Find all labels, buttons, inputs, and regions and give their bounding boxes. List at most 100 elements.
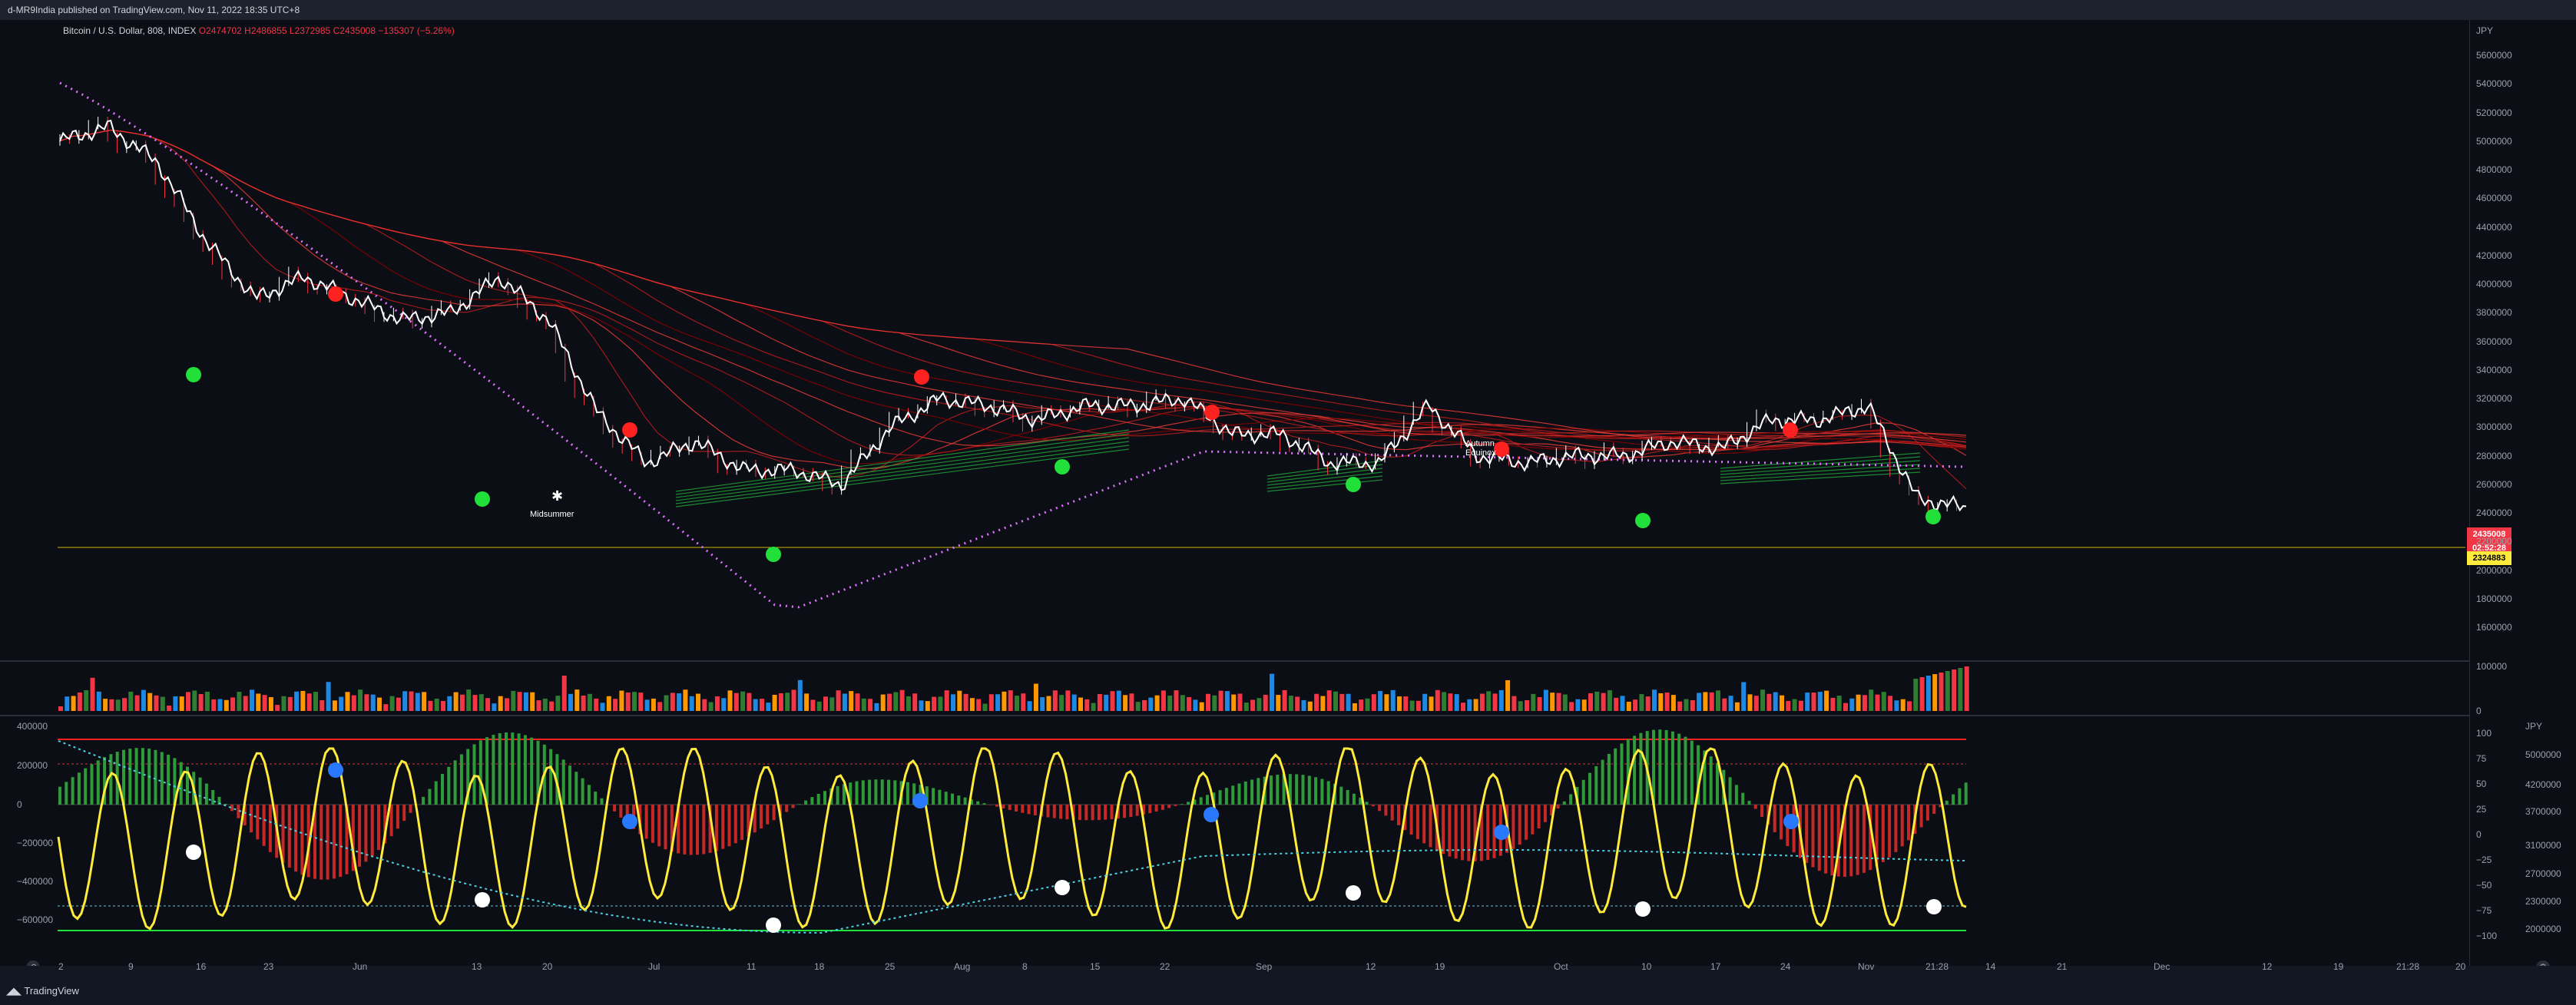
tradingview-logo[interactable]: ◢◣ TradingView	[6, 985, 79, 997]
volume-bar	[466, 689, 472, 711]
histogram-bar	[332, 805, 336, 879]
histogram-bar	[766, 805, 770, 825]
volume-bar	[1212, 695, 1217, 711]
volume-bar	[657, 702, 663, 711]
histogram-bar	[1422, 805, 1426, 844]
volume-bar	[173, 696, 178, 711]
volume-bar	[1135, 702, 1141, 711]
green-signal-dot	[766, 547, 781, 562]
volume-bar	[823, 696, 828, 711]
histogram-bar	[804, 800, 808, 805]
price-tick: 1800000	[2476, 593, 2512, 604]
volume-bar	[141, 689, 146, 711]
histogram-bar	[1773, 805, 1776, 832]
volume-bar	[861, 698, 866, 711]
line-price-badge: 2324883	[2467, 551, 2511, 565]
volume-bar	[1397, 696, 1402, 711]
histogram-bar	[1442, 805, 1445, 855]
volume-bar	[268, 697, 273, 711]
time-tick: 11	[747, 961, 757, 972]
price-tick: 3600000	[2476, 336, 2512, 347]
histogram-bar	[71, 777, 74, 805]
histogram-bar	[1091, 805, 1094, 821]
volume-bar	[849, 691, 854, 711]
volume-bar	[1187, 696, 1192, 711]
ma-ribbon-line	[59, 129, 1967, 443]
volume-bar	[810, 699, 816, 711]
histogram-bar	[1964, 782, 1968, 805]
white-osc-dot	[766, 917, 781, 933]
histogram-bar	[262, 805, 266, 846]
histogram-bar	[358, 805, 362, 867]
volume-bar	[300, 690, 306, 711]
histogram-bar	[1562, 801, 1566, 805]
histogram-bar	[1709, 756, 1713, 805]
histogram-bar	[836, 785, 839, 805]
volume-bar	[1728, 696, 1733, 711]
volume-bar	[1206, 693, 1210, 711]
histogram-bar	[772, 805, 776, 821]
histogram-bar	[619, 805, 623, 818]
volume-bar	[1601, 693, 1606, 711]
histogram-bar	[1307, 775, 1311, 805]
histogram-bar	[1486, 805, 1490, 861]
white-osc-dot	[1926, 899, 1942, 914]
blue-osc-dot	[912, 793, 928, 808]
histogram-bar	[1780, 805, 1783, 840]
osc-left-tick: −600000	[17, 914, 54, 925]
volume-bar	[874, 703, 879, 711]
volume-bar	[1492, 693, 1498, 711]
histogram-bar	[498, 732, 502, 805]
volume-bar	[1811, 693, 1816, 711]
symbol-legend[interactable]: Bitcoin / U.S. Dollar, 808, INDEX O24747…	[63, 25, 455, 36]
volume-bar	[472, 695, 478, 711]
volume-bar	[587, 693, 592, 711]
volume-bar	[1907, 701, 1912, 711]
volume-bar	[179, 696, 184, 711]
histogram-bar	[1633, 736, 1637, 805]
histogram-bar	[1594, 765, 1598, 805]
price-tick: 2600000	[2476, 478, 2512, 490]
volume-bar	[644, 699, 650, 711]
time-tick: 16	[196, 961, 207, 972]
volume-bar	[84, 689, 89, 711]
volume-bar	[1448, 693, 1453, 711]
osc-right-tick: −25	[2476, 855, 2492, 865]
histogram-bar	[287, 805, 291, 868]
price-tick: 5200000	[2476, 107, 2512, 118]
histogram-bar	[377, 805, 380, 851]
histogram-bar	[1027, 805, 1031, 815]
volume-bar	[1378, 690, 1383, 711]
time-tick: 21:28	[1925, 961, 1949, 972]
volume-bar	[167, 706, 172, 711]
volume-bar	[1002, 691, 1007, 711]
volume-bar	[1773, 692, 1778, 711]
volume-bar	[1479, 693, 1485, 711]
ma-ribbon-green	[1266, 464, 1383, 480]
histogram-bar	[409, 805, 412, 813]
histogram-bar	[1046, 805, 1050, 818]
white-osc-dot	[186, 845, 201, 860]
volume-bar	[1307, 701, 1313, 711]
red-signal-dot	[1494, 441, 1509, 457]
osc-price-tick: 2000000	[2525, 924, 2561, 934]
signal-dots: ✱	[186, 286, 1941, 562]
volume-bar	[1473, 699, 1478, 711]
volume-bar	[1154, 695, 1160, 711]
volume-bar	[1888, 696, 1893, 711]
volume-bar	[1142, 699, 1147, 711]
volume-bar	[422, 692, 427, 711]
volume-bar	[434, 699, 439, 711]
time-tick: Nov	[1858, 961, 1875, 972]
histogram-bar	[1925, 805, 1929, 821]
histogram-bar	[1467, 805, 1471, 861]
ohlc-change: −135307 (−5.26%)	[378, 25, 455, 36]
volume-bar	[351, 695, 356, 711]
green-signal-dot	[1055, 459, 1070, 474]
histogram-bar	[84, 768, 88, 805]
volume-bar	[1869, 689, 1874, 711]
volume-bar	[969, 698, 975, 711]
histogram-bar	[1677, 733, 1681, 805]
histogram-bar	[1346, 789, 1349, 805]
histogram-bar	[797, 804, 801, 805]
